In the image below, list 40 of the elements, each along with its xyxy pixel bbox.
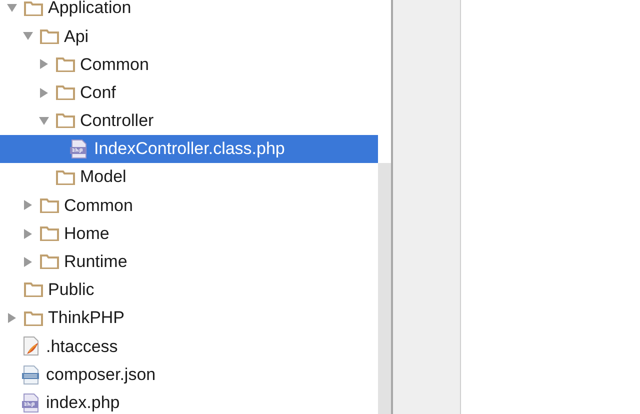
folder-icon (40, 198, 59, 213)
json-file-icon (22, 364, 40, 385)
tree-label: Common (80, 54, 149, 76)
folder-icon (40, 254, 59, 270)
folder-icon (56, 113, 75, 128)
tree-label: index.php (46, 392, 120, 414)
php-file-icon (70, 139, 88, 160)
collapsed-arrow-icon[interactable] (23, 228, 33, 239)
folder-icon (56, 56, 75, 72)
tree-label: IndexController.class.php (94, 138, 285, 160)
collapsed-arrow-icon[interactable] (23, 256, 33, 267)
folder-icon (40, 226, 59, 242)
folder-icon (40, 28, 59, 44)
folder-icon (24, 282, 43, 298)
tree-label: Home (64, 222, 110, 245)
tree-label: Public (48, 279, 94, 302)
tree-label: Application (48, 0, 132, 20)
tree-label: ThinkPHP (48, 307, 125, 330)
tree-label: Controller (80, 110, 154, 132)
tree-label: Conf (80, 82, 116, 104)
expanded-arrow-icon[interactable] (39, 116, 49, 126)
collapsed-arrow-icon[interactable] (23, 200, 33, 210)
tree-label: composer.json (46, 364, 156, 386)
expanded-arrow-icon[interactable] (23, 31, 33, 42)
php-file-icon (22, 392, 40, 413)
expanded-arrow-icon[interactable] (7, 3, 17, 14)
tree-label: Common (64, 194, 133, 217)
folder-icon (56, 170, 75, 185)
folder-icon (24, 0, 43, 16)
collapsed-arrow-icon[interactable] (39, 88, 49, 98)
tree-label: Runtime (64, 251, 128, 274)
tree-row[interactable]: IndexController.class.php (0, 134, 378, 164)
feather-file-icon (22, 336, 40, 356)
collapsed-arrow-icon[interactable] (7, 313, 17, 324)
tree-label: Model (80, 166, 126, 188)
tree-label: Api (64, 26, 89, 48)
collapsed-arrow-icon[interactable] (39, 59, 49, 70)
tree-label: .htaccess (46, 336, 118, 358)
folder-icon (56, 85, 75, 100)
folder-icon (24, 310, 43, 326)
